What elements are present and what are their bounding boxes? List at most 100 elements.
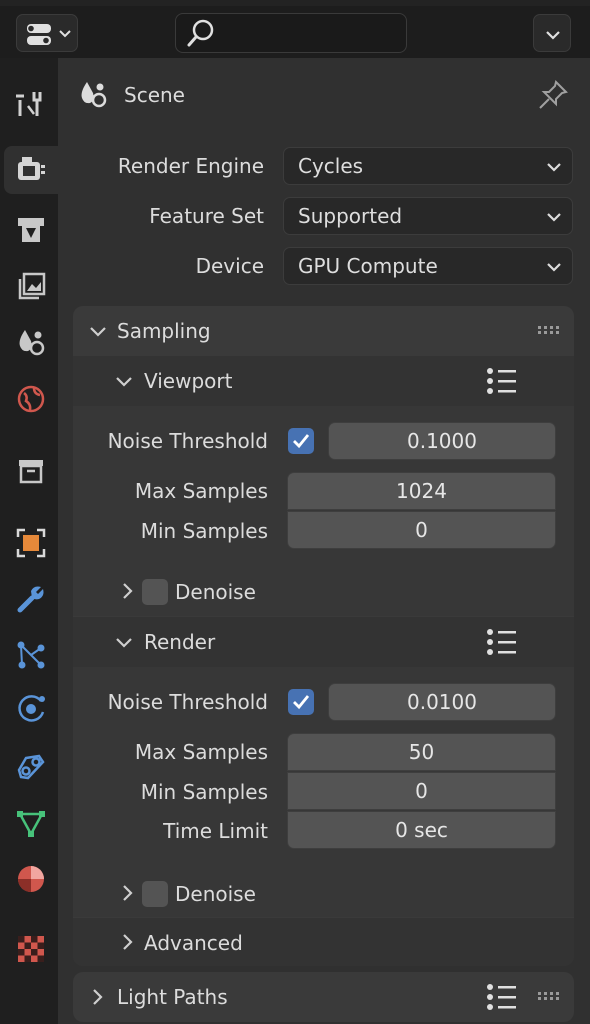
- pin-icon[interactable]: [536, 78, 570, 112]
- drag-handle-icon[interactable]: [537, 324, 561, 336]
- tab-view-layer[interactable]: [12, 268, 50, 306]
- advanced-subpanel-header[interactable]: Advanced: [73, 918, 574, 966]
- viewport-denoise-checkbox[interactable]: [142, 579, 168, 605]
- render-denoise-checkbox[interactable]: [142, 881, 168, 907]
- device-dropdown[interactable]: GPU Compute: [283, 247, 573, 285]
- render-noise-threshold-label: Noise Threshold: [107, 690, 268, 714]
- feature-set-label: Feature Set: [149, 204, 264, 228]
- output-icon: [18, 218, 44, 242]
- tab-data[interactable]: [12, 804, 50, 842]
- viewport-denoise-subpanel-header[interactable]: Denoise: [73, 566, 574, 616]
- chevron-down-icon: [116, 377, 132, 387]
- viewport-noise-threshold-label: Noise Threshold: [107, 429, 268, 453]
- viewport-max-samples-label: Max Samples: [134, 479, 268, 503]
- light-paths-panel-header[interactable]: Light Paths: [73, 972, 574, 1022]
- render-denoise-subpanel-header[interactable]: Denoise: [73, 868, 574, 918]
- render-time-limit-label: Time Limit: [163, 819, 268, 843]
- tab-texture[interactable]: [12, 930, 50, 968]
- tab-tool[interactable]: [12, 84, 50, 122]
- render-engine-label: Render Engine: [117, 154, 264, 178]
- presets-list-icon[interactable]: [486, 367, 518, 395]
- tab-object[interactable]: [12, 524, 50, 562]
- viewport-noise-threshold-field[interactable]: 0.1000: [328, 422, 556, 460]
- tab-render[interactable]: [4, 146, 58, 194]
- header-edge: [0, 0, 590, 6]
- particles-icon: [17, 641, 45, 669]
- viewport-noise-threshold-checkbox[interactable]: [288, 428, 314, 454]
- options-dropdown-button[interactable]: [533, 14, 571, 52]
- presets-list-icon[interactable]: [486, 628, 518, 656]
- render-engine-dropdown[interactable]: Cycles: [283, 147, 573, 185]
- chevron-right-icon: [123, 934, 133, 950]
- render-title: Render: [144, 630, 216, 654]
- viewport-min-samples-label: Min Samples: [140, 519, 268, 543]
- physics-icon: [18, 695, 45, 722]
- mesh-data-icon: [17, 811, 45, 837]
- scene-icon: [81, 82, 107, 108]
- chevron-right-icon: [123, 583, 133, 599]
- feature-set-value: Supported: [298, 204, 403, 228]
- properties-header: [0, 0, 590, 58]
- collection-icon: [19, 460, 43, 484]
- chevron-down-icon: [546, 31, 560, 40]
- editor-type-icon: [27, 24, 71, 45]
- sampling-panel-header[interactable]: Sampling: [73, 306, 574, 356]
- checkmark-icon: [293, 434, 310, 449]
- chevron-right-icon: [93, 989, 103, 1005]
- tab-particles[interactable]: [12, 636, 50, 674]
- render-noise-threshold-checkbox[interactable]: [288, 689, 314, 715]
- render-denoise-label: Denoise: [175, 882, 256, 906]
- device-label: Device: [195, 254, 264, 278]
- scene-icon: [19, 330, 45, 356]
- viewport-max-samples-field[interactable]: 1024: [287, 472, 556, 510]
- render-max-samples-field[interactable]: 50: [287, 733, 556, 771]
- search-input[interactable]: [175, 13, 407, 53]
- view-layer-icon: [18, 272, 46, 300]
- chevron-right-icon: [123, 885, 133, 901]
- object-icon: [16, 528, 46, 558]
- tab-constraints[interactable]: [12, 748, 50, 786]
- tab-collection[interactable]: [12, 452, 50, 490]
- render-noise-threshold-field[interactable]: 0.0100: [328, 683, 556, 721]
- viewport-title: Viewport: [144, 369, 233, 393]
- chevron-down-icon: [547, 213, 561, 222]
- render-min-samples-label: Min Samples: [140, 780, 268, 804]
- properties-tab-bar: [0, 58, 58, 1024]
- search-icon: [187, 19, 214, 47]
- viewport-min-samples-field[interactable]: 0: [287, 511, 556, 549]
- device-value: GPU Compute: [298, 254, 438, 278]
- tab-modifiers[interactable]: [12, 580, 50, 618]
- drag-handle-icon[interactable]: [537, 990, 561, 1002]
- tab-output[interactable]: [12, 210, 50, 248]
- material-icon: [18, 866, 44, 892]
- checkmark-icon: [293, 695, 310, 710]
- tab-material[interactable]: [12, 860, 50, 898]
- chevron-down-icon: [547, 163, 561, 172]
- editor-type-button[interactable]: [16, 14, 78, 52]
- render-subpanel-header[interactable]: Render: [73, 617, 574, 667]
- constraints-icon: [17, 754, 45, 780]
- wrench-icon: [17, 586, 44, 613]
- sampling-title: Sampling: [117, 319, 211, 343]
- render-max-samples-label: Max Samples: [134, 740, 268, 764]
- viewport-subpanel-header[interactable]: Viewport: [73, 356, 574, 406]
- tab-physics[interactable]: [12, 690, 50, 728]
- tool-icon: [16, 92, 42, 116]
- chevron-down-icon: [90, 327, 106, 337]
- texture-icon: [18, 936, 44, 962]
- chevron-down-icon: [116, 638, 132, 648]
- render-icon: [18, 157, 45, 180]
- chevron-down-icon: [547, 263, 561, 272]
- world-icon: [17, 385, 45, 413]
- feature-set-dropdown[interactable]: Supported: [283, 197, 573, 235]
- presets-list-icon[interactable]: [486, 983, 518, 1011]
- render-engine-value: Cycles: [298, 154, 364, 178]
- render-min-samples-field[interactable]: 0: [287, 772, 556, 810]
- tab-world[interactable]: [12, 380, 50, 418]
- render-time-limit-field[interactable]: 0 sec: [287, 811, 556, 849]
- context-title: Scene: [124, 83, 185, 107]
- viewport-denoise-label: Denoise: [175, 580, 256, 604]
- light-paths-title: Light Paths: [117, 985, 228, 1009]
- tab-scene[interactable]: [12, 322, 50, 360]
- advanced-title: Advanced: [144, 931, 243, 955]
